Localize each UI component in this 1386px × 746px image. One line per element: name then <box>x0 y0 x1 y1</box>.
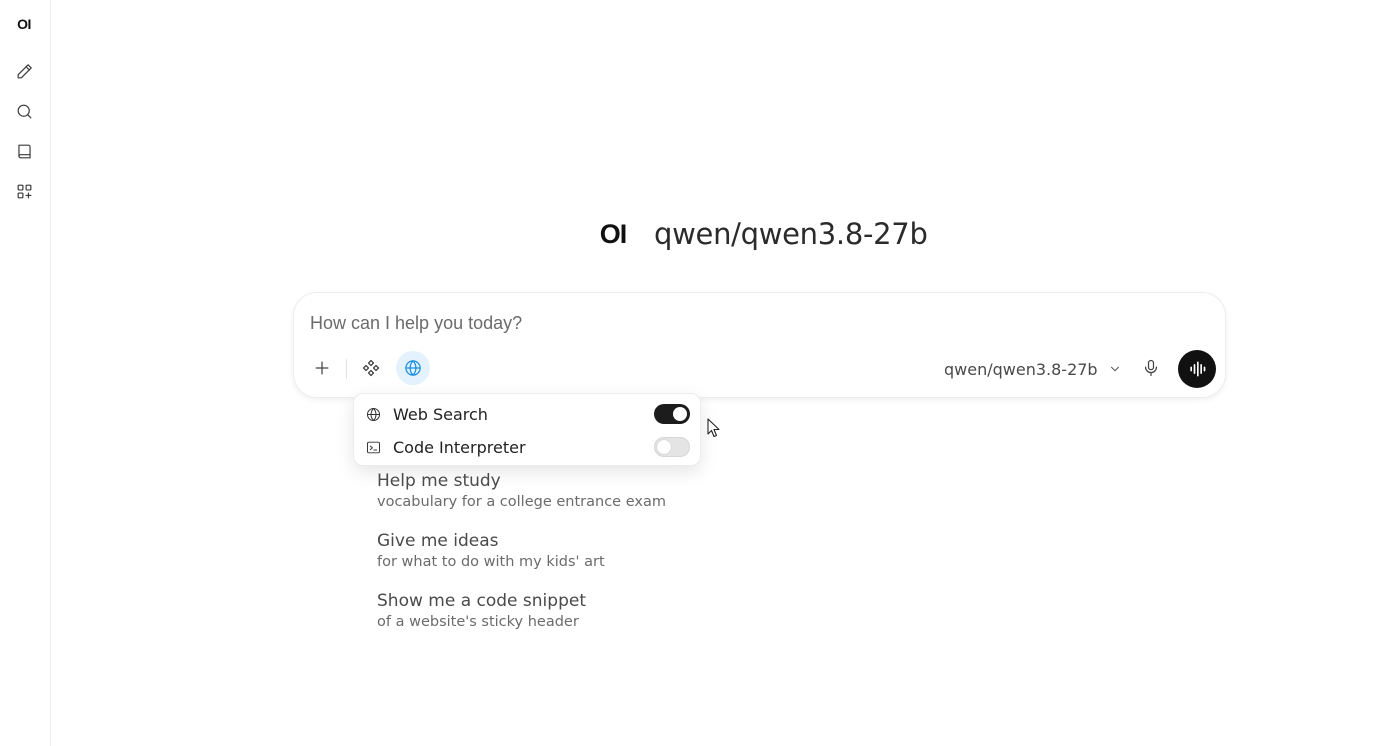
search-button[interactable] <box>11 98 37 124</box>
toolbar-divider <box>346 359 347 379</box>
suggestion-title: Give me ideas <box>377 531 499 551</box>
suggestion-item[interactable]: Give me ideas for what to do with my kid… <box>377 530 757 572</box>
integrations-icon <box>362 359 380 377</box>
hero-header: OI qwen/qwen3.8-27b <box>596 214 928 254</box>
suggestion-subtitle: of a website's sticky header <box>377 614 579 630</box>
web-search-toggle-button[interactable] <box>396 351 430 385</box>
globe-icon <box>366 407 380 421</box>
message-composer: qwen/qwen3.8-27b <box>293 292 1226 398</box>
globe-icon <box>405 360 421 376</box>
hero-logo: OI <box>599 218 628 249</box>
tools-menu-item-web-search[interactable]: Web Search <box>364 399 690 429</box>
tools-menu-item-label: Web Search <box>393 404 488 424</box>
terminal-icon <box>366 441 380 453</box>
tools-menu-item-code-interpreter[interactable]: Code Interpreter <box>364 432 690 462</box>
suggestion-item[interactable]: Help me study vocabulary for a college e… <box>377 470 757 512</box>
new-chat-button[interactable] <box>11 58 37 84</box>
hero-model-name: qwen/qwen3.8-27b <box>654 217 928 251</box>
tools-menu-item-label: Code Interpreter <box>393 437 526 457</box>
pencil-icon <box>17 63 32 78</box>
model-selector[interactable]: qwen/qwen3.8-27b <box>944 357 1122 381</box>
notes-button[interactable] <box>11 138 37 164</box>
mouse-cursor-icon <box>707 418 720 438</box>
workspace-button[interactable] <box>11 178 37 204</box>
plus-icon <box>315 361 329 375</box>
tools-menu: Web Search Code Interpreter <box>353 393 701 466</box>
attach-button[interactable] <box>305 351 339 385</box>
web-search-switch[interactable] <box>654 404 690 424</box>
suggestion-title: Help me study <box>377 471 501 491</box>
suggestion-subtitle: for what to do with my kids' art <box>377 554 605 570</box>
integrations-button[interactable] <box>354 351 388 385</box>
sidebar-logo[interactable]: OI <box>13 14 35 34</box>
suggestion-subtitle: vocabulary for a college entrance exam <box>377 494 666 510</box>
sidebar: OI <box>0 0 51 746</box>
suggestion-item[interactable]: Show me a code snippet of a website's st… <box>377 590 757 632</box>
message-input[interactable] <box>310 310 1190 336</box>
suggestion-title: Show me a code snippet <box>377 591 586 611</box>
model-selector-label: qwen/qwen3.8-27b <box>944 359 1098 379</box>
dictate-button[interactable] <box>1136 353 1166 383</box>
grid-plus-icon <box>17 184 31 198</box>
chevron-down-icon <box>1110 366 1119 372</box>
book-icon <box>17 144 31 158</box>
voice-mode-button[interactable] <box>1178 350 1216 388</box>
search-icon <box>17 104 31 118</box>
microphone-icon <box>1144 359 1158 377</box>
code-interpreter-switch[interactable] <box>654 437 690 457</box>
audio-waveform-icon <box>1190 361 1206 377</box>
